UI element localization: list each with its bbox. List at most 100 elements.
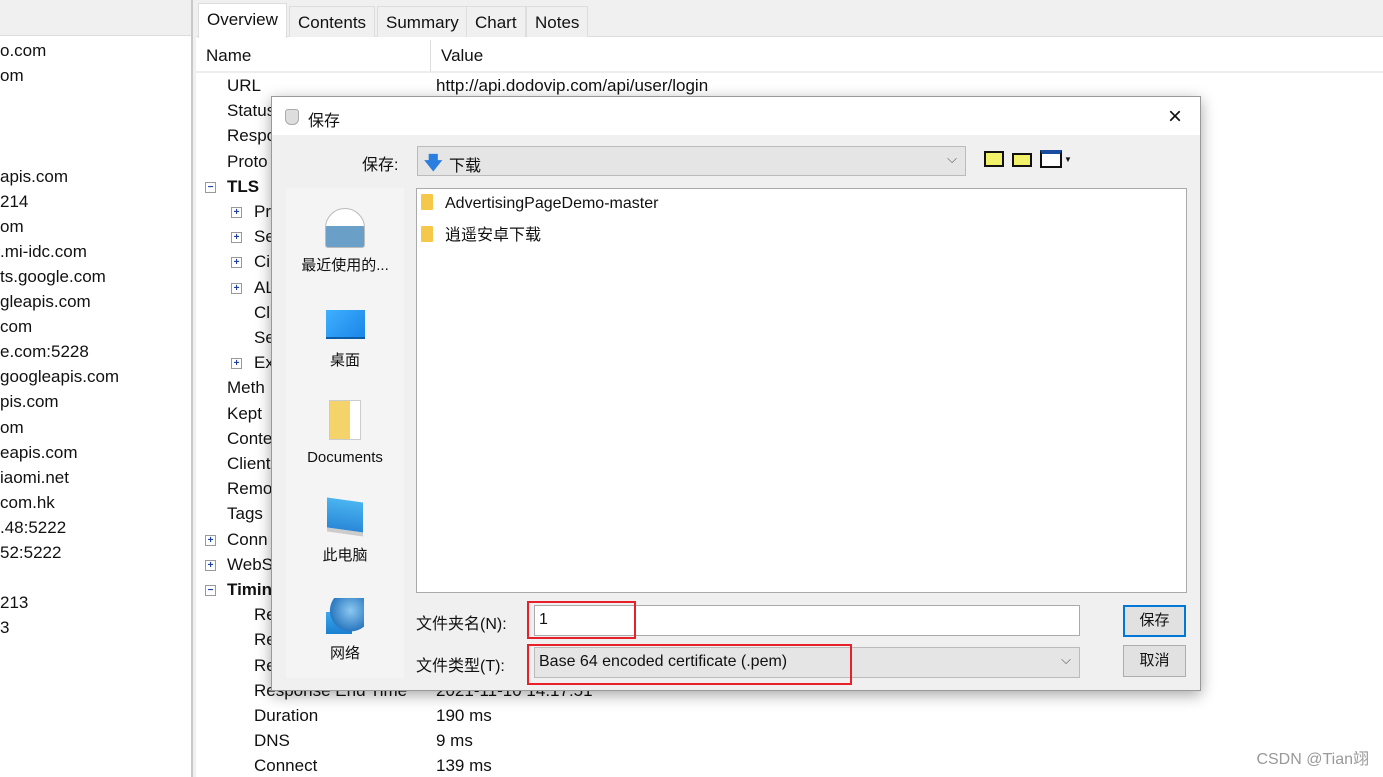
- place-label: 桌面: [329, 352, 360, 369]
- session-row[interactable]: om: [0, 418, 24, 438]
- watermark: CSDN @Tian翊: [1256, 751, 1369, 768]
- place-network[interactable]: 网络: [286, 598, 404, 663]
- session-row[interactable]: 213: [0, 593, 28, 613]
- session-row[interactable]: pis.com: [0, 392, 59, 412]
- session-row[interactable]: ts.google.com: [0, 267, 106, 287]
- column-header-value[interactable]: Value: [431, 40, 1383, 73]
- session-list: o.com om apis.com 214 om .mi-idc.com ts.google…: [0, 0, 192, 777]
- highlight-box: [527, 644, 852, 685]
- property-name[interactable]: Cl: [254, 303, 270, 323]
- tab-summary[interactable]: Summary: [377, 6, 468, 37]
- documents-folder-icon: [329, 400, 361, 440]
- download-arrow-icon: 🡇: [424, 153, 443, 173]
- session-row[interactable]: 214: [0, 192, 28, 212]
- expand-icon[interactable]: +: [205, 534, 216, 546]
- save-in-dropdown[interactable]: 🡇 下载 ⌵: [417, 146, 966, 176]
- session-list-header: [0, 0, 191, 36]
- computer-icon: [327, 497, 363, 537]
- session-row[interactable]: googleapis.com: [0, 367, 119, 387]
- save-in-value: 下载: [449, 158, 482, 175]
- save-button[interactable]: 保存: [1123, 605, 1186, 637]
- expand-icon[interactable]: +: [231, 358, 242, 370]
- expand-icon[interactable]: +: [205, 559, 216, 571]
- place-label: 此电脑: [322, 547, 368, 564]
- session-row[interactable]: .mi-idc.com: [0, 242, 87, 262]
- file-name: 逍遥安卓下载: [445, 227, 542, 244]
- session-row[interactable]: 52:5222: [0, 543, 61, 563]
- session-row[interactable]: e.com:5228: [0, 342, 89, 362]
- place-label: 网络: [329, 645, 360, 662]
- session-row[interactable]: com: [0, 317, 32, 337]
- property-name[interactable]: URL: [227, 76, 261, 96]
- up-folder-icon[interactable]: [984, 151, 1004, 167]
- property-name[interactable]: Duration: [254, 706, 318, 726]
- network-globe-icon: [326, 598, 364, 634]
- collapse-icon[interactable]: −: [205, 181, 216, 193]
- app-icon: [285, 109, 299, 125]
- property-name[interactable]: TLS: [227, 177, 259, 197]
- file-item[interactable]: AdvertisingPageDemo-master: [421, 194, 658, 213]
- property-name[interactable]: Ci: [254, 252, 270, 272]
- property-name[interactable]: Tags: [227, 504, 263, 524]
- place-label: Documents: [307, 449, 383, 466]
- cancel-button[interactable]: 取消: [1123, 645, 1186, 677]
- dialog-title: 保存: [308, 113, 341, 130]
- property-name[interactable]: Connect: [254, 756, 317, 776]
- column-header-name[interactable]: Name: [196, 40, 431, 73]
- place-desktop[interactable]: 桌面: [286, 310, 404, 370]
- property-name[interactable]: Status: [227, 101, 275, 121]
- property-name[interactable]: Conn: [227, 530, 268, 550]
- tab-contents[interactable]: Contents: [289, 6, 376, 37]
- property-value: 9 ms: [436, 731, 473, 751]
- place-documents[interactable]: Documents: [286, 400, 404, 466]
- file-item[interactable]: 逍遥安卓下载: [421, 221, 541, 245]
- desktop-icon: [325, 310, 365, 339]
- filename-label: 文件夹名(N):: [416, 616, 507, 633]
- property-name[interactable]: Pr: [254, 202, 271, 222]
- session-row[interactable]: 3: [0, 618, 9, 638]
- close-icon[interactable]: ×: [1168, 103, 1182, 131]
- file-list[interactable]: AdvertisingPageDemo-master 逍遥安卓下载: [416, 188, 1187, 593]
- session-row[interactable]: apis.com: [0, 167, 68, 187]
- new-folder-icon[interactable]: [1012, 153, 1032, 167]
- property-name[interactable]: WebS: [227, 555, 273, 575]
- collapse-icon[interactable]: −: [205, 585, 216, 596]
- expand-icon[interactable]: +: [231, 282, 242, 294]
- file-name: AdvertisingPageDemo-master: [445, 195, 659, 212]
- place-recent[interactable]: 最近使用的...: [286, 208, 404, 275]
- view-dropdown-arrow-icon[interactable]: ▼: [1064, 155, 1072, 164]
- session-row[interactable]: gleapis.com: [0, 292, 91, 312]
- view-menu-icon[interactable]: [1040, 150, 1062, 168]
- session-row[interactable]: om: [0, 66, 24, 86]
- save-in-label: 保存:: [362, 157, 399, 174]
- tab-overview[interactable]: Overview: [198, 3, 287, 38]
- expand-icon[interactable]: +: [231, 232, 242, 244]
- property-name[interactable]: DNS: [254, 731, 290, 751]
- tab-chart[interactable]: Chart: [466, 6, 526, 37]
- tab-bar: Overview Contents Summary Chart Notes: [196, 0, 1383, 38]
- session-row[interactable]: om: [0, 217, 24, 237]
- tab-notes[interactable]: Notes: [526, 6, 589, 37]
- property-value: 190 ms: [436, 706, 492, 725]
- session-row[interactable]: iaomi.net: [0, 468, 69, 488]
- property-name[interactable]: Respo: [227, 126, 276, 146]
- expand-icon[interactable]: +: [231, 257, 242, 269]
- property-name[interactable]: Kept: [227, 404, 262, 424]
- places-bar: 最近使用的... 桌面 Documents 此电脑 网络: [286, 188, 404, 678]
- session-row[interactable]: eapis.com: [0, 443, 77, 463]
- session-row[interactable]: com.hk: [0, 493, 55, 513]
- property-name[interactable]: Remo: [227, 479, 272, 499]
- property-name[interactable]: Conte: [227, 429, 272, 449]
- property-name[interactable]: Timin: [227, 580, 272, 600]
- save-dialog: 保存 × 保存: 🡇 下载 ⌵ ▼ 最近使用的... 桌面 Documents …: [271, 96, 1201, 691]
- session-row[interactable]: .48:5222: [0, 518, 66, 538]
- property-name[interactable]: Meth: [227, 378, 265, 398]
- dialog-titlebar: 保存 ×: [272, 97, 1200, 135]
- filetype-label: 文件类型(T):: [416, 658, 505, 675]
- place-this-pc[interactable]: 此电脑: [286, 497, 404, 565]
- property-value: 139 ms: [436, 756, 492, 776]
- property-name[interactable]: Client: [227, 454, 270, 474]
- expand-icon[interactable]: +: [231, 207, 242, 218]
- property-name[interactable]: Proto: [227, 152, 268, 172]
- session-row[interactable]: o.com: [0, 41, 46, 61]
